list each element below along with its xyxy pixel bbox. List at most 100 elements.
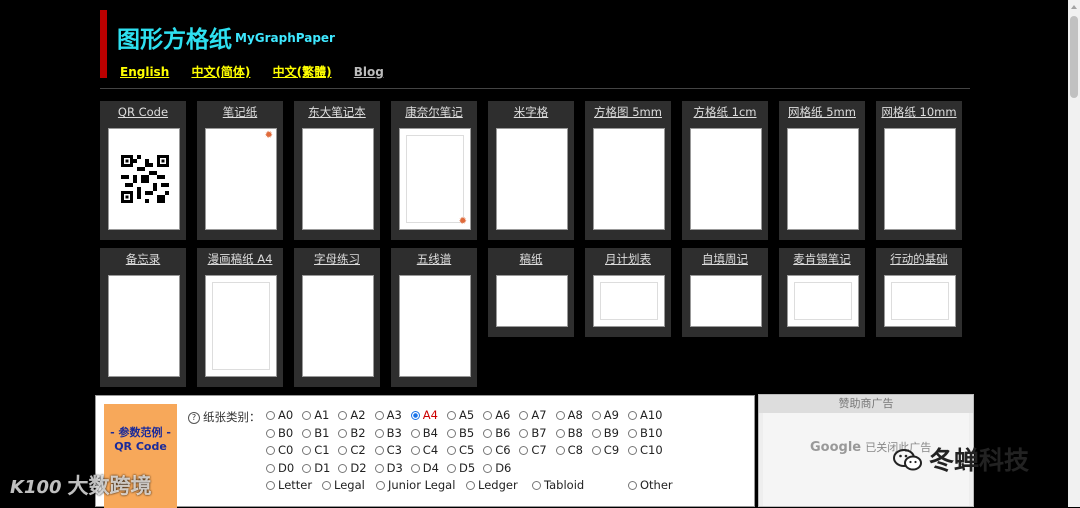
radio-button[interactable] xyxy=(266,411,275,420)
radio-button[interactable] xyxy=(338,428,348,438)
paper-size-option-a7[interactable]: A7 xyxy=(519,408,547,422)
radio-button[interactable] xyxy=(447,446,456,455)
card-qr-code[interactable]: QR Code xyxy=(100,101,186,240)
card-grid-1cm[interactable]: 方格纸 1cm xyxy=(682,101,768,240)
radio-button[interactable] xyxy=(483,428,493,438)
action-basics-thumbnail[interactable] xyxy=(884,275,956,327)
scroll-up-button[interactable] xyxy=(1068,0,1080,14)
radio-button[interactable] xyxy=(591,428,601,438)
card-manuscript[interactable]: 稿纸 xyxy=(488,248,574,337)
letter-practice-thumbnail[interactable] xyxy=(302,275,374,377)
qr-code-thumbnail[interactable] xyxy=(108,128,180,230)
memo-thumbnail[interactable] xyxy=(108,275,180,377)
card-weekly-journal[interactable]: 自填周记 xyxy=(682,248,768,337)
radio-button[interactable] xyxy=(628,481,637,490)
card-letter-practice[interactable]: 字母练习 xyxy=(294,248,380,387)
radio-button[interactable] xyxy=(302,446,312,455)
radio-button[interactable] xyxy=(532,481,541,490)
card-label[interactable]: 自填周记 xyxy=(682,248,768,270)
radio-button[interactable] xyxy=(302,463,312,473)
card-memo[interactable]: 备忘录 xyxy=(100,248,186,387)
paper-size-option-a5[interactable]: A5 xyxy=(447,408,474,422)
paper-size-option-b4[interactable]: B4 xyxy=(410,426,438,440)
card-label[interactable]: 漫画稿纸 A4 xyxy=(197,248,283,270)
radio-button[interactable] xyxy=(338,411,348,420)
card-label[interactable]: 东大笔记本 xyxy=(294,101,380,123)
radio-button[interactable] xyxy=(322,481,331,490)
cornell-notes-thumbnail[interactable]: ✹ xyxy=(399,128,471,230)
radio-button[interactable] xyxy=(555,446,565,455)
radio-button[interactable] xyxy=(374,446,384,455)
paper-size-option-a9[interactable]: A9 xyxy=(591,408,619,422)
radio-button[interactable] xyxy=(519,428,529,438)
paper-size-option-c5[interactable]: C5 xyxy=(447,443,474,457)
paper-size-option-b10[interactable]: B10 xyxy=(628,426,663,440)
monthly-plan-thumbnail[interactable] xyxy=(593,275,665,327)
radio-button[interactable] xyxy=(555,411,565,420)
radio-button[interactable] xyxy=(466,481,475,490)
card-cornell-notes[interactable]: 康奈尔笔记 ✹ xyxy=(391,101,477,240)
paper-size-option-letter[interactable]: Letter xyxy=(266,478,312,492)
paper-size-option-a10[interactable]: A10 xyxy=(628,408,663,422)
radio-button[interactable] xyxy=(302,428,312,438)
radio-button[interactable] xyxy=(410,446,420,455)
paper-size-option-ledger[interactable]: Ledger xyxy=(466,478,518,492)
paper-size-option-a0[interactable]: A0 xyxy=(266,408,293,422)
mesh-10mm-thumbnail[interactable] xyxy=(884,128,956,230)
radio-button[interactable] xyxy=(302,411,312,420)
note-paper-thumbnail[interactable]: ✹ xyxy=(205,128,277,230)
manuscript-thumbnail[interactable] xyxy=(496,275,568,327)
radio-button[interactable] xyxy=(374,411,384,420)
paper-size-option-d2[interactable]: D2 xyxy=(338,461,367,475)
radio-button[interactable] xyxy=(410,428,420,438)
paper-size-option-c10[interactable]: C10 xyxy=(628,443,663,457)
card-label[interactable]: 康奈尔笔记 xyxy=(391,101,477,123)
radio-button[interactable] xyxy=(410,463,420,473)
card-label[interactable]: 笔记纸 xyxy=(197,101,283,123)
mckinsey-notes-thumbnail[interactable] xyxy=(787,275,859,327)
paper-size-option-d3[interactable]: D3 xyxy=(374,461,403,475)
paper-size-option-c1[interactable]: C1 xyxy=(302,443,330,457)
paper-size-option-c6[interactable]: C6 xyxy=(483,443,511,457)
paper-size-option-c0[interactable]: C0 xyxy=(266,443,293,457)
card-label[interactable]: 方格纸 1cm xyxy=(682,101,768,123)
paper-size-option-c7[interactable]: C7 xyxy=(519,443,547,457)
mi-grid-thumbnail[interactable] xyxy=(496,128,568,230)
paper-size-option-b6[interactable]: B6 xyxy=(483,426,510,440)
paper-size-option-b7[interactable]: B7 xyxy=(519,426,547,440)
card-label[interactable]: 稿纸 xyxy=(488,248,574,270)
paper-size-option-junior-legal[interactable]: Junior Legal xyxy=(376,478,455,492)
card-label[interactable]: QR Code xyxy=(100,101,186,123)
radio-button[interactable] xyxy=(519,411,529,420)
radio-button[interactable] xyxy=(338,446,348,455)
radio-button[interactable] xyxy=(374,463,384,473)
paper-size-option-a8[interactable]: A8 xyxy=(555,408,583,422)
paper-size-option-c8[interactable]: C8 xyxy=(555,443,583,457)
paper-size-option-a3[interactable]: A3 xyxy=(374,408,402,422)
card-mi-grid[interactable]: 米字格 xyxy=(488,101,574,240)
paper-size-option-b9[interactable]: B9 xyxy=(591,426,619,440)
paper-size-option-d4[interactable]: D4 xyxy=(410,461,439,475)
lang-traditional-link[interactable]: 中文(繁體) xyxy=(273,65,332,79)
radio-button[interactable] xyxy=(555,428,565,438)
paper-size-option-b2[interactable]: B2 xyxy=(338,426,366,440)
paper-size-option-c4[interactable]: C4 xyxy=(410,443,438,457)
radio-button[interactable] xyxy=(591,446,601,455)
card-label[interactable]: 麦肯锡笔记 xyxy=(779,248,865,270)
radio-button[interactable] xyxy=(628,411,637,420)
radio-button[interactable] xyxy=(410,411,420,420)
radio-button[interactable] xyxy=(447,428,456,438)
card-label[interactable]: 备忘录 xyxy=(100,248,186,270)
paper-size-option-c2[interactable]: C2 xyxy=(338,443,366,457)
paper-size-option-d5[interactable]: D5 xyxy=(447,461,475,475)
radio-button[interactable] xyxy=(519,446,529,455)
card-label[interactable]: 五线谱 xyxy=(391,248,477,270)
card-mesh-10mm[interactable]: 网格纸 10mm xyxy=(876,101,962,240)
mesh-5mm-thumbnail[interactable] xyxy=(787,128,859,230)
manga-a4-thumbnail[interactable] xyxy=(205,275,277,377)
paper-size-option-d0[interactable]: D0 xyxy=(266,461,294,475)
paper-size-option-b5[interactable]: B5 xyxy=(447,426,474,440)
paper-size-option-d1[interactable]: D1 xyxy=(302,461,330,475)
todai-notebook-thumbnail[interactable] xyxy=(302,128,374,230)
card-label[interactable]: 行动的基础 xyxy=(876,248,962,270)
